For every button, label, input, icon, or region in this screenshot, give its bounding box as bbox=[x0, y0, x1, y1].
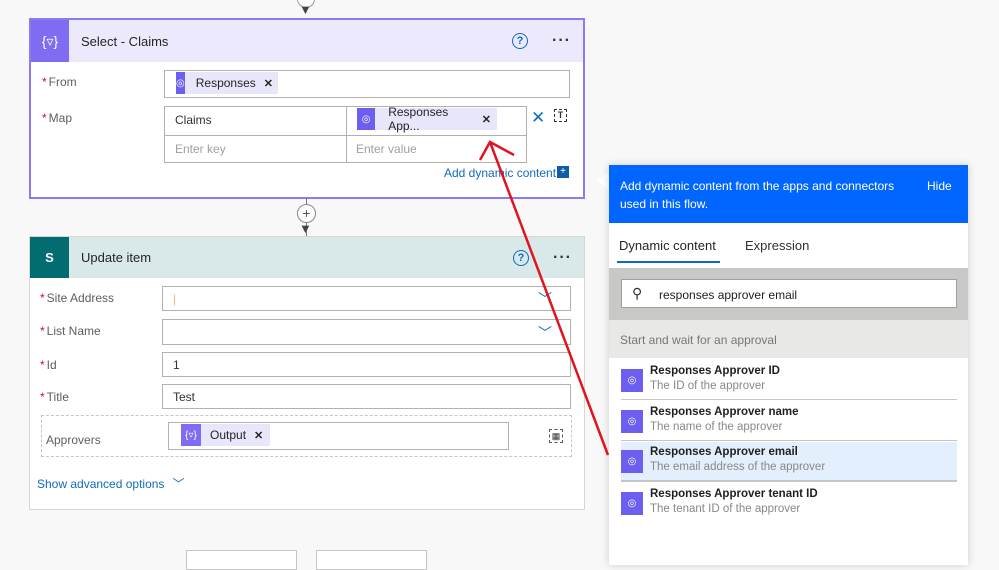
arrow-shaft bbox=[488, 141, 610, 456]
annotation-arrow bbox=[478, 140, 610, 456]
